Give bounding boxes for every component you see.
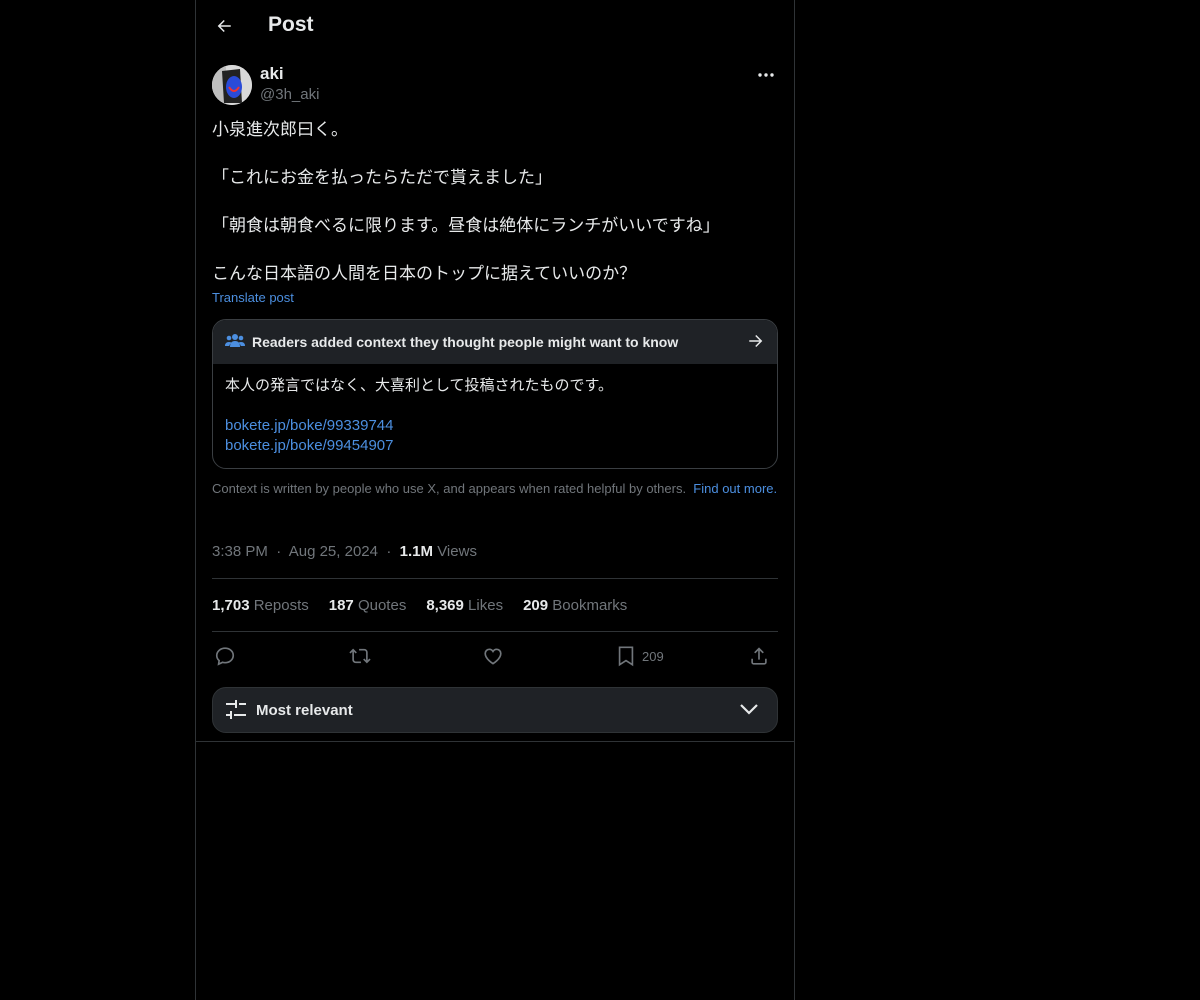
views-label: Views xyxy=(437,543,477,560)
reply-icon xyxy=(215,647,235,666)
community-note-text: 本人の発言ではなく、大喜利として投稿されたものです。 xyxy=(225,377,614,394)
community-note-header[interactable]: Readers added context they thought peopl… xyxy=(213,320,777,364)
main-column: Post aki @3h_aki 小泉進次郎曰く。 「これにお金を払ったらただで… xyxy=(195,0,795,1000)
back-button[interactable] xyxy=(210,12,238,40)
bookmarks-label: Bookmarks xyxy=(552,597,628,614)
reposts-label: Reposts xyxy=(253,597,309,614)
post-line xyxy=(212,190,778,214)
community-note-link[interactable]: bokete.jp/boke/99339744 xyxy=(225,416,765,436)
divider xyxy=(212,631,778,632)
reposts-stat[interactable]: 1,703 Reposts xyxy=(212,597,309,614)
like-button[interactable] xyxy=(482,643,504,669)
context-text: Context is written by people who use X, … xyxy=(212,481,687,496)
community-note-link[interactable]: bokete.jp/boke/99454907 xyxy=(225,436,765,456)
quotes-label: Quotes xyxy=(357,597,407,614)
author-handle[interactable]: @3h_aki xyxy=(260,86,319,103)
bookmark-count: 209 xyxy=(642,648,664,664)
people-icon xyxy=(225,334,245,347)
post-stats: 1,703 Reposts 187 Quotes 8,369 Likes 209… xyxy=(212,597,627,614)
context-disclaimer: Context is written by people who use X, … xyxy=(212,481,778,497)
divider xyxy=(212,578,778,579)
divider xyxy=(196,741,794,742)
find-out-more-link[interactable]: Find out more. xyxy=(693,481,777,496)
chevron-down-icon xyxy=(740,704,758,715)
community-note-body: 本人の発言ではなく、大喜利として投稿されたものです。 bokete.jp/bok… xyxy=(213,364,777,468)
quotes-count: 187 xyxy=(328,597,354,614)
post-line: 「朝食は朝食べるに限ります。昼食は絶体にランチがいいですね」 xyxy=(212,216,720,235)
sliders-icon xyxy=(226,700,246,719)
bookmark-icon xyxy=(618,646,634,667)
likes-count: 8,369 xyxy=(426,597,464,614)
arrow-left-icon xyxy=(217,20,231,32)
more-options-button[interactable] xyxy=(754,67,778,83)
translate-post-link[interactable]: Translate post xyxy=(212,290,294,305)
quotes-stat[interactable]: 187 Quotes xyxy=(329,597,407,614)
action-bar: 209 xyxy=(212,643,778,669)
author-name[interactable]: aki xyxy=(260,64,284,84)
post-text: 小泉進次郎曰く。 「これにお金を払ったらただで貰えました」 「朝食は朝食べるに限… xyxy=(212,118,778,286)
header: Post xyxy=(196,0,794,53)
post-line xyxy=(212,238,778,262)
repost-button[interactable] xyxy=(348,643,372,669)
post-date[interactable]: Aug 25, 2024 xyxy=(289,543,378,560)
views-count: 1.1M xyxy=(399,543,434,560)
separator: · xyxy=(382,543,396,560)
bookmarks-stat[interactable]: 209 Bookmarks xyxy=(523,597,627,614)
post-line: 「これにお金を払ったらただで貰えました」 xyxy=(212,168,552,187)
post-author: aki @3h_aki xyxy=(212,64,778,106)
arrow-right-icon xyxy=(749,335,763,347)
more-icon xyxy=(758,73,774,77)
share-icon xyxy=(751,647,767,665)
sort-label: Most relevant xyxy=(256,702,353,719)
post-line: 小泉進次郎曰く。 xyxy=(212,120,348,139)
heart-icon xyxy=(484,648,502,665)
community-note: Readers added context they thought peopl… xyxy=(212,319,778,469)
post-meta: 3:38 PM · Aug 25, 2024 · 1.1M Views xyxy=(212,543,477,560)
avatar[interactable] xyxy=(212,65,252,105)
bookmark-button[interactable]: 209 xyxy=(616,643,664,669)
likes-stat[interactable]: 8,369 Likes xyxy=(426,597,503,614)
post-line xyxy=(212,142,778,166)
likes-label: Likes xyxy=(468,597,504,614)
separator: · xyxy=(272,543,286,560)
reply-button[interactable] xyxy=(214,643,236,669)
repost-icon xyxy=(349,648,371,664)
share-button[interactable] xyxy=(748,643,770,669)
reposts-count: 1,703 xyxy=(212,597,250,614)
bookmarks-count: 209 xyxy=(523,597,549,614)
post-time[interactable]: 3:38 PM xyxy=(212,543,268,560)
page-title: Post xyxy=(268,13,314,36)
community-note-title: Readers added context they thought peopl… xyxy=(252,334,679,350)
post-line: こんな日本語の人間を日本のトップに据えていいのか？ xyxy=(212,264,637,283)
reply-sort-dropdown[interactable]: Most relevant xyxy=(212,687,778,733)
avatar-image xyxy=(212,65,252,105)
